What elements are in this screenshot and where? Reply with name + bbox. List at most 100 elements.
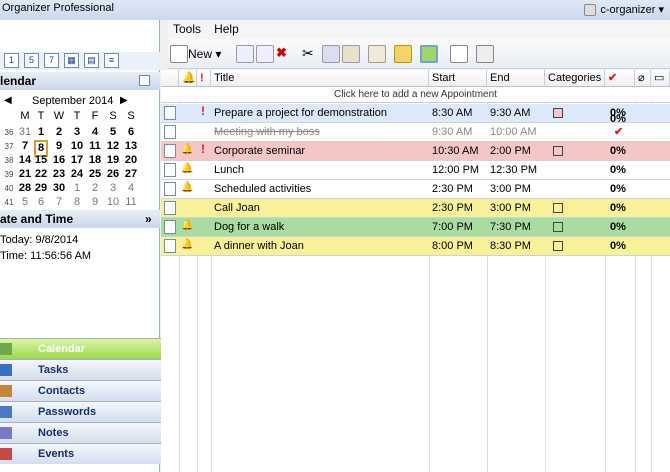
nav-events[interactable]: Events <box>0 443 165 464</box>
menu-help[interactable]: Help <box>209 20 244 38</box>
appointment-row[interactable]: 🔔 A dinner with Joan 8:00 PM 8:30 PM 0% <box>161 237 670 256</box>
calendar-day[interactable]: 28 <box>18 182 32 195</box>
calendar-day[interactable]: 29 <box>34 182 48 195</box>
appointment-row[interactable]: 🔔! Corporate seminar 10:30 AM 2:00 PM 0% <box>161 142 670 161</box>
calendar-day[interactable]: 3 <box>106 182 120 195</box>
category-swatch[interactable] <box>553 241 563 251</box>
calendar-day[interactable]: 5 <box>106 126 120 139</box>
calendar-day[interactable]: 9 <box>52 140 66 153</box>
calendar-day[interactable]: 30 <box>52 182 66 195</box>
calendar-day[interactable]: 1 <box>34 126 48 139</box>
view-week7-icon[interactable]: 7 <box>44 53 59 68</box>
paste-icon[interactable] <box>342 45 360 63</box>
view-list-icon[interactable]: ≡ <box>104 53 119 68</box>
calendar-view-icon[interactable] <box>420 45 438 63</box>
header-start[interactable]: Start <box>429 70 487 87</box>
calendar-day[interactable]: 10 <box>70 140 84 153</box>
calendar-day[interactable]: 20 <box>124 154 138 167</box>
category-swatch[interactable] <box>553 146 563 156</box>
new-button[interactable]: New ▾ <box>188 47 221 61</box>
calendar-day[interactable]: 16 <box>52 154 66 167</box>
appointment-row[interactable]: 🔔 Scheduled activities 2:30 PM 3:00 PM 0% <box>161 180 670 199</box>
menu-tools[interactable]: Tools <box>168 20 206 38</box>
datetime-section-header[interactable]: ate and Time » <box>0 210 160 228</box>
header-type[interactable] <box>161 70 179 87</box>
calendar-day[interactable]: 7 <box>18 140 32 153</box>
copy-icon[interactable] <box>322 45 340 63</box>
header-title[interactable]: Title <box>211 70 429 87</box>
calendar-day[interactable]: 17 <box>70 154 84 167</box>
view-month-icon[interactable]: ▦ <box>64 53 79 68</box>
calendar-day[interactable]: 2 <box>52 126 66 139</box>
view-week-icon[interactable]: 5 <box>24 53 39 68</box>
delete-icon[interactable]: ✖ <box>276 45 294 63</box>
calendar-day[interactable]: 11 <box>124 196 138 209</box>
edit-icon[interactable] <box>256 45 274 63</box>
calendar-day[interactable]: 4 <box>88 126 102 139</box>
nav-calendar[interactable]: Calendar <box>0 338 165 359</box>
calc-icon[interactable] <box>368 45 386 63</box>
calendar-day[interactable]: 12 <box>106 140 120 153</box>
next-month-icon[interactable]: ▶ <box>120 95 128 106</box>
header-note-icon[interactable]: ▭ <box>651 70 670 87</box>
appointment-row[interactable]: 🔔 Lunch 12:00 PM 12:30 PM 0% <box>161 161 670 180</box>
calendar-day[interactable]: 11 <box>88 140 102 153</box>
new-item-icon[interactable] <box>236 45 254 63</box>
calendar-day[interactable]: 19 <box>106 154 120 167</box>
nav-passwords[interactable]: Passwords <box>0 401 165 422</box>
nav-contacts[interactable]: Contacts <box>0 380 165 401</box>
calendar-day[interactable]: 4 <box>124 182 138 195</box>
calendar-day[interactable]: 22 <box>34 168 48 181</box>
account-label[interactable]: c-organizer ▾ <box>584 3 664 17</box>
calendar-day[interactable]: 18 <box>88 154 102 167</box>
calendar-day[interactable]: 26 <box>106 168 120 181</box>
add-appointment-row[interactable]: Click here to add a new Appointment <box>161 87 670 103</box>
appointment-row[interactable]: ! Prepare a project for demonstration 8:30… <box>161 104 670 123</box>
calendar-day[interactable]: 25 <box>88 168 102 181</box>
calendar-day[interactable]: 2 <box>88 182 102 195</box>
calendar-day[interactable]: 5 <box>18 196 32 209</box>
header-end[interactable]: End <box>487 70 545 87</box>
calendar-day[interactable]: 9 <box>88 196 102 209</box>
header-priority-icon[interactable]: ! <box>197 70 211 87</box>
header-attachment-icon[interactable]: ⌀ <box>635 70 651 87</box>
new-doc-icon[interactable] <box>170 45 188 63</box>
calendar-day[interactable]: 7 <box>52 196 66 209</box>
category-swatch[interactable] <box>553 108 563 118</box>
category-swatch[interactable] <box>553 203 563 213</box>
calendar-day[interactable]: 31 <box>18 126 32 139</box>
calendar-day[interactable]: 15 <box>34 154 48 167</box>
calendar-day[interactable]: 10 <box>106 196 120 209</box>
header-done-icon[interactable]: ✔ <box>605 70 635 87</box>
cut-icon[interactable]: ✂ <box>302 45 320 63</box>
view-day-icon[interactable]: 1 <box>4 53 19 68</box>
nav-notes[interactable]: Notes <box>0 422 165 443</box>
view-year-icon[interactable]: ▤ <box>84 53 99 68</box>
print-icon[interactable] <box>476 45 494 63</box>
pin-icon[interactable] <box>139 75 150 86</box>
calendar-day[interactable]: 1 <box>70 182 84 195</box>
appointment-row[interactable]: Meeting with my boss 9:30 AM 10:00 AM ✔ 0% <box>161 113 670 142</box>
nav-tasks[interactable]: Tasks <box>0 359 165 380</box>
collapse-icon[interactable]: » <box>145 210 152 228</box>
calendar-day[interactable]: 24 <box>70 168 84 181</box>
notes-icon[interactable] <box>450 45 468 63</box>
appointment-row[interactable]: 🔔 Dog for a walk 7:00 PM 7:30 PM 0% <box>161 218 670 237</box>
calendar-day[interactable]: 23 <box>52 168 66 181</box>
header-reminder-icon[interactable]: 🔔 <box>179 70 197 87</box>
appointment-row[interactable]: Call Joan 2:30 PM 3:00 PM 0% <box>161 199 670 218</box>
calendar-day[interactable]: 8 <box>70 196 84 209</box>
calendar-day[interactable]: 21 <box>18 168 32 181</box>
calendar-day[interactable]: 6 <box>34 196 48 209</box>
calendar-day[interactable]: 6 <box>124 126 138 139</box>
calendar-day[interactable]: 13 <box>124 140 138 153</box>
folder-icon[interactable] <box>394 45 412 63</box>
category-swatch[interactable] <box>553 222 563 232</box>
calendar-day[interactable]: 27 <box>124 168 138 181</box>
events-icon <box>0 448 12 460</box>
prev-month-icon[interactable]: ◀ <box>4 95 12 106</box>
calendar-day[interactable]: 14 <box>18 154 32 167</box>
header-categories[interactable]: Categories <box>545 70 605 87</box>
calendar-section-header[interactable]: lendar <box>0 72 160 90</box>
calendar-day[interactable]: 3 <box>70 126 84 139</box>
